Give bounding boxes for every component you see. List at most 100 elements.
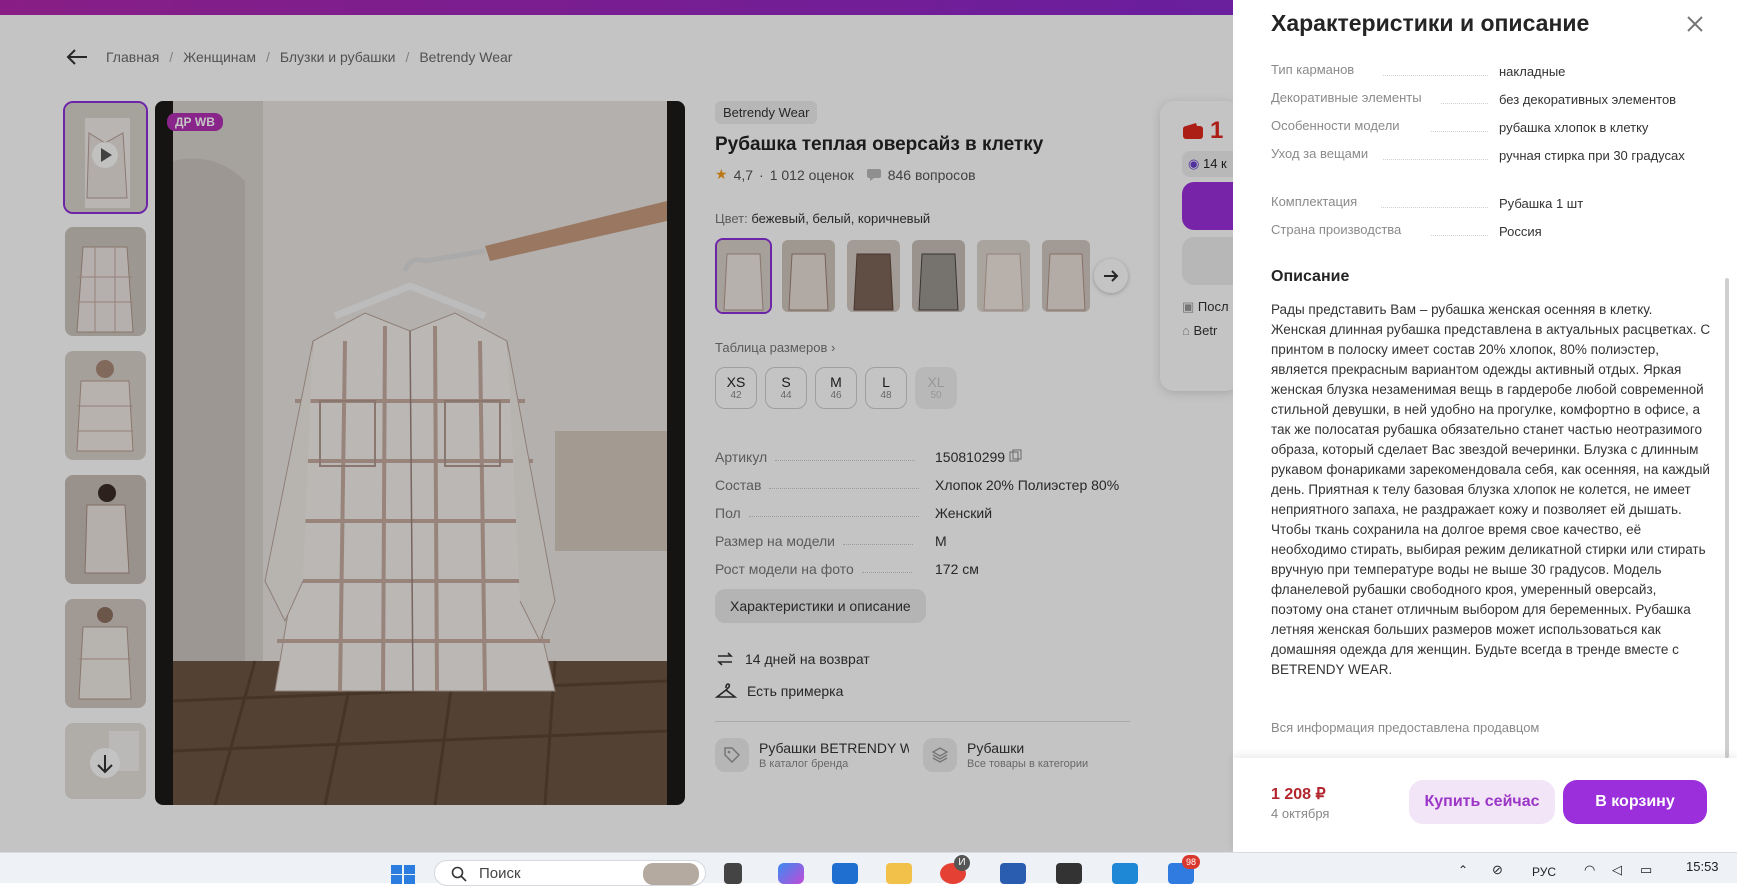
windows-start-icon[interactable] [390,864,416,884]
thumbnail-image[interactable] [63,349,148,462]
divider [715,721,1130,722]
tray-chevron-icon[interactable]: ⌃ [1458,863,1468,877]
category-subtitle: Все товары в категории [967,758,1089,770]
layers-icon [923,738,957,772]
volume-icon[interactable]: ◁ [1612,862,1622,878]
characteristics-button[interactable]: Характеристики и описание [715,589,926,623]
breadcrumb-separator: / [405,49,410,65]
close-icon[interactable] [1685,14,1705,34]
char-key: Особенности модели [1271,118,1400,133]
swatches-next-button[interactable] [1094,259,1128,293]
size-table-link[interactable]: Таблица размеров › [715,340,1135,355]
wifi-icon[interactable]: ◠ [1584,862,1595,878]
vscode-icon[interactable] [1112,863,1138,884]
main-product-image[interactable]: ДР WB [155,101,685,805]
search-highlight-image [643,863,699,885]
category-link[interactable]: Рубашки Все товары в категории [923,738,1088,772]
feature-label: 14 дней на возврат [745,651,870,667]
size-option[interactable]: L 48 [865,367,907,409]
char-row: Комплектация Рубашка 1 шт [1271,190,1711,218]
brand-chip[interactable]: Betrendy Wear [715,101,818,124]
char-value: накладные [1499,64,1566,79]
buybox-seller[interactable]: ⌂ Betr [1182,323,1240,338]
mail-icon[interactable]: 98 [1168,855,1200,884]
clock-time[interactable]: 15:53 [1686,859,1719,874]
birthday-badge: ДР WB [167,113,223,131]
char-key: Страна производства [1271,222,1402,237]
terminal-icon[interactable] [1056,863,1082,884]
tray-app-icon[interactable]: ⊘ [1492,862,1503,878]
char-row: Тип карманов накладные [1271,58,1711,86]
color-line: Цвет: бежевый, белый, коричневый [715,211,1135,226]
color-swatch[interactable] [910,238,967,314]
task-view-icon[interactable] [724,863,742,884]
questions-count[interactable]: 846 вопросов [888,167,976,183]
breadcrumb-separator: / [169,49,174,65]
color-swatch[interactable] [845,238,902,314]
return-icon [717,652,733,666]
shop-icon: ⌂ [1182,323,1190,338]
buybox-bonus: ◉ 14 к [1182,151,1240,177]
product-info: Betrendy Wear Рубашка теплая оверсайз в … [715,101,1135,772]
thumbnail-image[interactable] [63,225,148,338]
thumbnail-video[interactable] [63,101,148,214]
color-swatch[interactable] [780,238,837,314]
chrome-icon[interactable]: И [940,855,970,884]
breadcrumb-home[interactable]: Главная [106,49,159,65]
buy-now-button[interactable]: Купить сейчас [1409,780,1555,824]
thumbnail-image[interactable] [63,473,148,586]
param-value: M [935,533,947,549]
brand-catalog-link[interactable]: Рубашки BETRENDY WEAR В каталог бренда [715,738,909,772]
size-label: S [781,374,791,390]
buy-box: 1 ◉ 14 к ▣ Посл ⌂ Betr [1160,101,1240,391]
color-label: Цвет: [715,211,748,226]
size-option[interactable]: M 46 [815,367,857,409]
char-value: Россия [1499,224,1542,239]
color-swatch[interactable] [1040,238,1092,314]
size-table-label: Таблица размеров [715,340,828,355]
thumbnail-image[interactable] [63,597,148,710]
color-swatch[interactable] [715,238,772,314]
breadcrumb-separator: / [265,49,270,65]
add-to-cart-button[interactable]: В корзину [1563,780,1707,824]
battery-icon[interactable]: ▭ [1640,862,1652,878]
copy-icon[interactable] [1009,449,1022,462]
rating-value[interactable]: 4,7 [734,167,753,183]
characteristics-panel: Характеристики и описание Тип карманов на… [1233,0,1737,852]
size-label: L [882,374,890,390]
folder-icon[interactable] [886,863,912,884]
size-label: XS [726,374,746,390]
char-key: Комплектация [1271,194,1358,209]
buybox-buy-button[interactable] [1182,237,1240,285]
store-icon[interactable] [832,863,858,884]
back-arrow-icon[interactable] [66,48,88,66]
chrome-profile-avatar: И [954,855,970,871]
size-option[interactable]: S 44 [765,367,807,409]
features-list: 14 дней на возврат Есть примерка [715,643,1135,707]
size-option[interactable]: XS 42 [715,367,757,409]
language-indicator[interactable]: РУС [1532,865,1556,879]
taskbar-search[interactable]: Поиск [434,860,706,886]
buybox-cart-button[interactable] [1182,182,1240,230]
breadcrumb-blouses[interactable]: Блузки и рубашки [280,49,396,65]
delivery-date: 4 октября [1271,806,1330,821]
char-key: Декоративные элементы [1271,90,1422,105]
thumbnail-image[interactable] [63,721,148,801]
return-feature: 14 дней на возврат [715,643,1135,675]
copilot-icon[interactable] [778,863,804,884]
description-text: Рады представить Вам – рубашка женская о… [1271,302,1711,677]
panel-scrollbar[interactable] [1725,278,1729,758]
char-key: Тип карманов [1271,62,1355,77]
category-subtitle: В каталог бренда [759,758,849,770]
buybox-bonus-text: 14 к [1202,156,1227,171]
powershell-icon[interactable] [1000,863,1026,884]
color-swatches [715,238,1135,314]
seller-note: Вся информация предоставлена продавцом [1271,720,1540,735]
buybox-price: 1 [1182,117,1223,145]
breadcrumb-brand[interactable]: Betrendy Wear [419,49,512,65]
param-value: 172 см [935,561,979,577]
char-row: Уход за вещами ручная стирка при 30 граду… [1271,142,1711,190]
breadcrumb-women[interactable]: Женщинам [183,49,256,65]
color-swatch[interactable] [975,238,1032,314]
reviews-count[interactable]: 1 012 оценок [770,167,854,183]
